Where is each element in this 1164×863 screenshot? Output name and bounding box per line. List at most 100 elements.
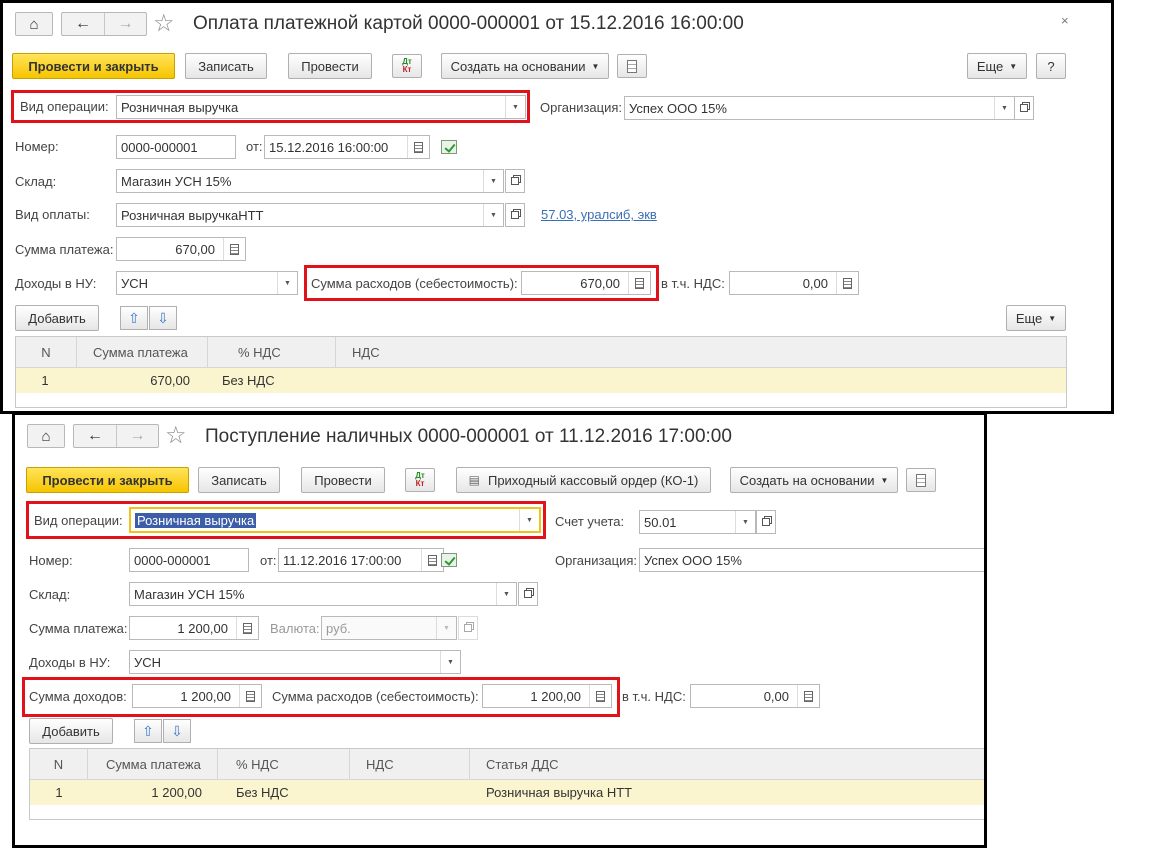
date-field[interactable]: 15.12.2016 16:00:00 [264,135,430,159]
save-button[interactable]: Записать [198,467,280,493]
cell-vat [346,368,446,393]
approve-check-icon[interactable] [441,553,457,567]
post-and-close-button[interactable]: Провести и закрыть [26,467,189,493]
home-button[interactable]: ⌂ [15,12,53,36]
calculator-icon[interactable] [797,685,819,707]
table-row[interactable]: 1 670,00 Без НДС [16,368,1066,393]
income-tax-field[interactable]: УСН ▼ [116,271,298,295]
column-header-vat[interactable]: НДС [336,337,1066,368]
open-icon [511,177,519,185]
column-header-n[interactable]: N [16,337,77,368]
open-account-button[interactable] [756,510,776,534]
save-button[interactable]: Записать [185,53,267,79]
organization-field[interactable]: Успех ООО 15% ▼ [624,96,1015,120]
approve-check-icon[interactable] [441,140,457,154]
post-button[interactable]: Провести [288,53,372,79]
payment-type-field[interactable]: Розничная выручкаНТТ ▼ [116,203,504,227]
help-button[interactable]: ? [1036,53,1066,79]
dt-kt-button[interactable]: Дт Кт [392,54,422,78]
back-button[interactable]: ← [74,425,116,447]
print-cash-order-button[interactable]: ▤ Приходный кассовый ордер (КО-1) [456,467,711,493]
column-header-n[interactable]: N [30,749,88,780]
move-up-button[interactable]: ⇧ [134,719,162,743]
add-row-button[interactable]: Добавить [29,718,113,744]
page-title: Поступление наличных 0000-000001 от 11.1… [205,426,732,447]
chevron-down-icon[interactable]: ▼ [735,511,755,533]
chevron-down-icon: ▼ [436,617,456,639]
dt-kt-icon: Дт Кт [402,57,412,74]
highlight-income-expense [22,677,620,717]
vat-field[interactable]: 0,00 [690,684,820,708]
chevron-down-icon[interactable]: ▼ [277,272,297,294]
report-button[interactable] [906,468,936,492]
calculator-icon[interactable] [836,272,858,294]
account-field[interactable]: 50.01 ▼ [639,510,756,534]
back-button[interactable]: ← [62,13,104,35]
number-label: Номер: [29,553,73,568]
chevron-down-icon[interactable]: ▼ [483,170,503,192]
payment-amount-field[interactable]: 1 200,00 [129,616,259,640]
move-down-button[interactable]: ⇩ [149,306,177,330]
add-row-button[interactable]: Добавить [15,305,99,331]
close-icon[interactable]: × [1061,13,1069,28]
forward-button[interactable]: → [116,425,158,447]
history-nav: ← → [73,424,159,448]
report-button[interactable] [617,54,647,78]
open-icon [511,211,519,219]
column-header-cash-flow-item[interactable]: Статья ДДС [470,749,984,780]
dt-kt-button[interactable]: Дт Кт [405,468,435,492]
vat-field[interactable]: 0,00 [729,271,859,295]
warehouse-field[interactable]: Магазин УСН 15% ▼ [116,169,504,193]
account-link[interactable]: 57.03, уралсиб, экв [541,207,657,222]
column-header-amount[interactable]: Сумма платежа [77,337,208,368]
calendar-icon[interactable] [421,549,443,571]
column-header-amount[interactable]: Сумма платежа [88,749,218,780]
chevron-down-icon[interactable]: ▼ [994,97,1014,119]
move-down-button[interactable]: ⇩ [163,719,191,743]
open-warehouse-button[interactable] [518,582,538,606]
favorite-star-icon[interactable]: ☆ [153,12,175,36]
number-field[interactable]: 0000-000001 [129,548,249,572]
cell-vat-rate: Без НДС [222,373,275,388]
cell-vat-rate: Без НДС [236,785,289,800]
favorite-star-icon[interactable]: ☆ [165,424,187,448]
date-from-label: от: [260,553,277,568]
column-header-vat-rate[interactable]: % НДС [208,337,336,368]
number-field[interactable]: 0000-000001 [116,135,236,159]
chevron-down-icon: ▼ [1048,313,1057,323]
open-organization-button[interactable] [1014,96,1034,120]
column-header-vat[interactable]: НДС [350,749,470,780]
move-up-button[interactable]: ⇧ [120,306,148,330]
column-header-vat-rate[interactable]: % НДС [218,749,350,780]
create-based-on-button[interactable]: Создать на основании ▼ [441,53,609,79]
date-field[interactable]: 11.12.2016 17:00:00 [278,548,444,572]
calculator-icon[interactable] [223,238,245,260]
forward-button[interactable]: → [104,13,146,35]
home-button[interactable]: ⌂ [27,424,65,448]
post-and-close-button[interactable]: Провести и закрыть [12,53,175,79]
open-payment-type-button[interactable] [505,203,525,227]
more-button[interactable]: Еще ▼ [967,53,1027,79]
chevron-down-icon[interactable]: ▼ [440,651,460,673]
income-tax-field[interactable]: УСН ▼ [129,650,461,674]
chevron-down-icon[interactable]: ▼ [483,204,503,226]
warehouse-label: Склад: [29,587,71,602]
calculator-icon[interactable] [236,617,258,639]
warehouse-field[interactable]: Магазин УСН 15% ▼ [129,582,517,606]
table-more-button[interactable]: Еще ▼ [1006,305,1066,331]
arrow-left-icon: ← [75,15,91,32]
dt-kt-icon: Дт Кт [415,471,425,488]
open-warehouse-button[interactable] [505,169,525,193]
post-button[interactable]: Провести [301,467,385,493]
chevron-down-icon[interactable]: ▼ [496,583,516,605]
income-tax-label: Доходы в НУ: [15,276,97,291]
table-row[interactable]: 1 1 200,00 Без НДС Розничная выручка НТТ [30,780,984,805]
organization-field[interactable]: Успех ООО 15% [639,548,984,572]
calendar-icon[interactable] [407,136,429,158]
arrow-up-icon: ⇧ [142,722,154,739]
cell-n: 1 [41,373,49,388]
payment-amount-field[interactable]: 670,00 [116,237,246,261]
create-based-on-button[interactable]: Создать на основании ▼ [730,467,898,493]
highlight-expense-amount [304,265,659,301]
chevron-down-icon: ▼ [591,61,600,71]
